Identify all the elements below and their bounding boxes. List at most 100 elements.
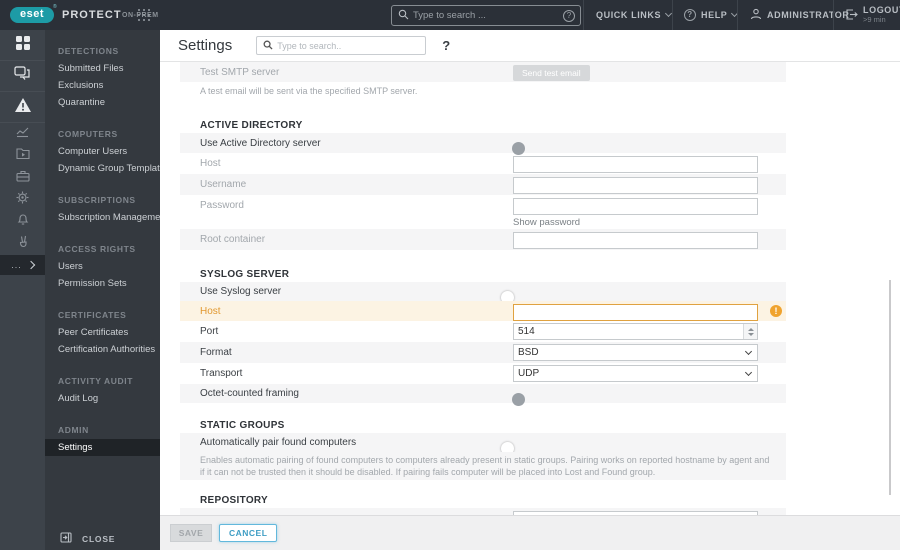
sidebar-item-installers[interactable] xyxy=(0,167,45,189)
sidebar-item-peer-certificates[interactable]: Peer Certificates xyxy=(45,324,160,341)
syslog-port-input[interactable] xyxy=(514,324,743,339)
syslog-transport-label: Transport xyxy=(200,368,243,379)
ad-host-row: Host xyxy=(180,153,786,174)
page-header: Settings ? xyxy=(160,30,900,62)
vertical-scrollbar[interactable] xyxy=(889,280,891,495)
transport-select[interactable]: UDP xyxy=(513,365,758,382)
sidebar-item-settings[interactable]: Settings xyxy=(45,439,160,456)
global-search[interactable]: ? xyxy=(391,5,581,26)
sidebar-item-certification-authorities[interactable]: Certification Authorities xyxy=(45,341,160,358)
settings-search[interactable] xyxy=(256,36,427,55)
topbar-divider xyxy=(833,0,834,30)
sidebar-collapse-button[interactable]: CLOSE xyxy=(45,527,160,550)
warning-triangle-icon xyxy=(14,97,32,118)
syslog-host-input[interactable] xyxy=(513,303,758,321)
ad-password-input[interactable] xyxy=(513,197,758,215)
sidebar-more-button[interactable]: ... xyxy=(0,255,45,275)
syslog-host-row: Host ! xyxy=(180,301,786,321)
repository-row-clipped xyxy=(180,508,786,515)
show-password-row: Show password xyxy=(180,215,786,229)
sidebar-item-users[interactable]: Users xyxy=(45,258,160,275)
pair-description-row: Enables automatic pairing of found compu… xyxy=(180,452,786,480)
global-search-input[interactable] xyxy=(413,10,558,21)
validation-warning-icon: ! xyxy=(770,305,782,317)
logout-timer: >9 min xyxy=(863,15,886,24)
sidebar-item-tasks[interactable] xyxy=(0,145,45,167)
format-select[interactable]: BSD xyxy=(513,344,758,361)
settings-form: Test SMTP server Send test email A test … xyxy=(160,62,900,515)
computers-icon xyxy=(14,66,31,86)
syslog-port-label: Port xyxy=(200,326,219,337)
use-syslog-row: Use Syslog server xyxy=(180,282,786,301)
menu-section-activity-audit: ACTIVITY AUDIT xyxy=(58,376,133,386)
show-password-toggle[interactable]: Show password xyxy=(513,217,580,228)
ad-host-label: Host xyxy=(200,158,221,169)
action-bar: SAVE CANCEL xyxy=(160,515,900,550)
chevron-down-icon xyxy=(744,368,753,377)
sidebar-item-dynamic-group-templates[interactable]: Dynamic Group Templates xyxy=(45,160,160,177)
product-name: PROTECT xyxy=(62,9,122,21)
repository-header-row: REPOSITORY xyxy=(180,493,786,508)
app-launcher-icon[interactable] xyxy=(138,9,151,22)
user-icon xyxy=(750,8,762,22)
smtp-test-row: Test SMTP server Send test email xyxy=(180,62,786,82)
sidebar-item-detections[interactable] xyxy=(0,92,45,123)
sidebar-item-status-overview[interactable] xyxy=(0,233,45,255)
menu-section-admin: ADMIN xyxy=(58,425,89,435)
cancel-button[interactable]: CANCEL xyxy=(219,524,278,542)
sidebar-item-audit-log[interactable]: Audit Log xyxy=(45,390,160,407)
search-icon xyxy=(263,37,273,55)
chevron-right-icon xyxy=(26,260,35,270)
sidebar-item-policies[interactable] xyxy=(0,189,45,211)
toolbox-icon xyxy=(15,169,30,187)
sidebar-item-permission-sets[interactable]: Permission Sets xyxy=(45,275,160,292)
static-groups-header-row: STATIC GROUPS xyxy=(180,418,786,433)
ad-root-container-input[interactable] xyxy=(513,232,758,249)
smtp-test-description: A test email will be sent via the specif… xyxy=(200,86,418,96)
gear-icon xyxy=(16,191,29,209)
help-menu[interactable]: ? HELP xyxy=(684,0,739,30)
syslog-transport-row: Transport UDP xyxy=(180,363,786,384)
logout-button[interactable]: LOGOUT >9 min xyxy=(845,0,900,30)
pair-computers-row: Automatically pair found computers xyxy=(180,433,786,452)
send-test-email-button[interactable]: Send test email xyxy=(513,65,590,81)
repository-title: REPOSITORY xyxy=(200,495,269,506)
status-overview-icon xyxy=(17,235,29,253)
save-button[interactable]: SAVE xyxy=(170,524,212,542)
sidebar-item-dashboard[interactable] xyxy=(0,30,45,61)
settings-search-input[interactable] xyxy=(277,40,426,51)
sidebar-icon-rail: ... xyxy=(0,30,45,550)
close-label: CLOSE xyxy=(82,533,116,544)
transport-select-value: UDP xyxy=(518,368,540,379)
octet-framing-label: Octet-counted framing xyxy=(200,388,299,399)
sidebar-item-subscription-management[interactable]: Subscription Management xyxy=(45,209,160,226)
syslog-host-label: Host xyxy=(200,305,221,317)
sidebar-item-submitted-files[interactable]: Submitted Files xyxy=(45,60,160,77)
format-select-value: BSD xyxy=(518,347,539,358)
ad-username-input[interactable] xyxy=(513,177,758,194)
eset-logo: eset xyxy=(10,7,54,23)
syslog-port-row: Port xyxy=(180,321,786,342)
ad-host-input[interactable] xyxy=(513,156,758,173)
port-stepper[interactable] xyxy=(743,324,757,339)
sidebar-item-computer-users[interactable]: Computer Users xyxy=(45,143,160,160)
collapse-icon xyxy=(60,532,72,545)
use-ad-row: Use Active Directory server xyxy=(180,133,786,153)
logout-icon xyxy=(845,8,858,23)
bell-icon xyxy=(17,213,29,231)
quick-links-menu[interactable]: QUICK LINKS xyxy=(596,0,673,30)
ad-username-row: Username xyxy=(180,174,786,195)
chart-icon xyxy=(16,125,30,143)
topbar-divider xyxy=(583,0,584,30)
ad-password-label: Password xyxy=(200,199,244,211)
sidebar-item-notifications[interactable] xyxy=(0,211,45,233)
sidebar-item-reports[interactable] xyxy=(0,123,45,145)
page-help-button[interactable]: ? xyxy=(442,38,450,53)
sidebar-item-quarantine[interactable]: Quarantine xyxy=(45,94,160,111)
syslog-format-row: Format BSD xyxy=(180,342,786,363)
topbar-divider xyxy=(737,0,738,30)
sidebar-item-computers[interactable] xyxy=(0,61,45,92)
search-help-icon[interactable]: ? xyxy=(563,9,575,22)
sidebar-item-exclusions[interactable]: Exclusions xyxy=(45,77,160,94)
user-menu[interactable]: ADMINISTRATOR xyxy=(750,0,849,30)
